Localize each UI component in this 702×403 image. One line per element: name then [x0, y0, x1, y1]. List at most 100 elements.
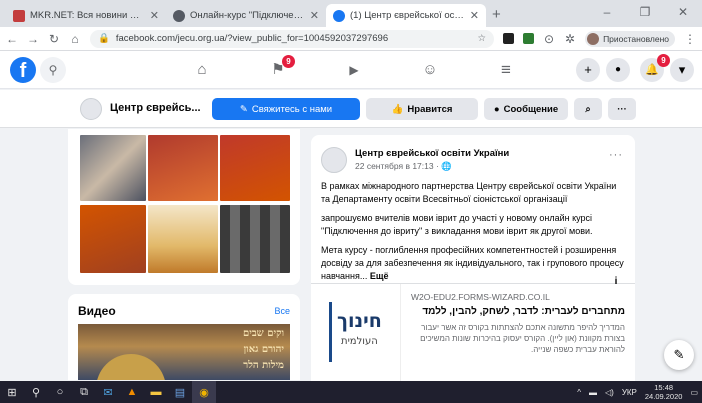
clock-date: 24.09.2020	[644, 392, 683, 401]
link-preview-image[interactable]: חינוך העולמית	[311, 284, 401, 382]
address-bar[interactable]: 🔒 facebook.com/jecu.org.ua/?view_public_…	[90, 29, 495, 48]
photos-card	[68, 129, 300, 285]
start-button[interactable]: ⊞	[0, 381, 24, 403]
extension-icon[interactable]	[503, 33, 515, 44]
network-icon[interactable]: ▬	[589, 388, 597, 397]
file-explorer-icon[interactable]: ▬	[144, 381, 168, 403]
see-all-videos-link[interactable]: Все	[274, 306, 290, 316]
link-preview[interactable]: חינוך העולמית i W2O-EDU2.FORMS-WIZARD.CO…	[311, 276, 635, 382]
lock-icon: 🔒	[98, 33, 110, 44]
link-image-text: חינוך	[337, 310, 382, 332]
system-tray: ^ ▬ ◁) УКР 15:48 24.09.2020 ▭	[577, 381, 698, 403]
browser-tab-mkr[interactable]: MKR.NET: Вся новини України за ... ✕	[6, 4, 166, 27]
tab-title: (1) Центр єврейської освіти Укр...	[350, 10, 465, 21]
home-nav-icon[interactable]: ⌂	[191, 59, 213, 81]
profile-button[interactable]: Приостановлено	[585, 30, 675, 47]
clock[interactable]: 15:48 24.09.2020	[645, 383, 683, 401]
cortana-icon[interactable]: ○	[48, 381, 72, 403]
close-tab-icon[interactable]: ✕	[150, 9, 159, 22]
keyboard-language[interactable]: УКР	[622, 388, 637, 397]
contact-us-label: Свяжитесь с нами	[251, 103, 333, 115]
video-thumb-text: וקים שבים	[242, 328, 284, 339]
bookmark-star-icon[interactable]: ☆	[478, 33, 487, 44]
contact-us-button[interactable]: ✎ Свяжитесь с нами	[212, 98, 360, 120]
avatar	[587, 32, 600, 45]
see-more-link[interactable]: Ещё	[370, 271, 389, 281]
tab-favicon	[173, 9, 185, 22]
link-title[interactable]: מתחברים לעברית: לדבר, לשחק, להבין, ללמד	[411, 306, 625, 317]
link-image-text: העולמית	[341, 336, 378, 347]
photo-thumbnail[interactable]	[220, 135, 290, 201]
watch-nav-icon[interactable]: ▶	[343, 59, 365, 81]
notification-badge: 9	[282, 55, 295, 68]
photo-thumbnail[interactable]	[148, 135, 218, 201]
video-thumb-text: יהורם גאון	[243, 344, 284, 355]
post-author-name[interactable]: Центр єврейської освіти України	[355, 148, 509, 159]
close-tab-icon[interactable]: ✕	[310, 9, 319, 22]
search-icon[interactable]: ⚲	[24, 381, 48, 403]
minimize-button[interactable]: –	[588, 0, 626, 27]
logo-bar	[329, 302, 332, 362]
photo-thumbnail[interactable]	[80, 205, 146, 273]
page-search-button[interactable]: ⌕	[574, 98, 602, 120]
browser-tab-facebook[interactable]: (1) Центр єврейської освіти Укр... ✕	[326, 4, 486, 27]
back-arrow-icon[interactable]: ←	[6, 32, 18, 46]
task-view-icon[interactable]: ⧉	[72, 381, 96, 403]
create-plus-icon[interactable]: +	[576, 58, 600, 82]
bell-icon: 🔔	[645, 64, 659, 76]
maximize-button[interactable]: ❐	[626, 0, 664, 27]
groups-nav-icon[interactable]: ☺	[419, 59, 441, 81]
page-name[interactable]: Центр єврейсь...	[110, 102, 201, 114]
home-icon[interactable]: ⌂	[69, 32, 81, 46]
browser-menu-icon[interactable]: ⋮	[684, 32, 696, 46]
post-timestamp[interactable]: 22 сентября в 17:13 · 🌐	[355, 161, 452, 172]
browser-tab-course[interactable]: Онлайн-курс "Підключення до ... ✕	[166, 4, 326, 27]
post-body: В рамках міжнародного партнерства Центру…	[321, 180, 627, 289]
photo-thumbnail[interactable]	[148, 205, 218, 273]
info-icon[interactable]: i	[609, 276, 623, 290]
facebook-favicon-icon	[333, 9, 345, 22]
new-tab-button[interactable]: +	[492, 6, 501, 23]
store-icon[interactable]: ▤	[168, 381, 192, 403]
menu-nav-icon[interactable]: ≡	[495, 59, 517, 81]
page-more-button[interactable]: ···	[608, 98, 636, 120]
close-tab-icon[interactable]: ✕	[470, 9, 479, 22]
translate-icon[interactable]: ⊙	[543, 32, 555, 46]
volume-icon[interactable]: ◁)	[605, 388, 614, 397]
like-page-button[interactable]: 👍 Нравится	[366, 98, 478, 120]
photo-thumbnail[interactable]	[80, 135, 146, 201]
chrome-icon[interactable]: ◉	[192, 381, 216, 403]
vlc-icon[interactable]: ▲	[120, 381, 144, 403]
facebook-logo-icon[interactable]: f	[10, 57, 36, 83]
post-paragraph-text: Мета курсу - поглиблення професійних ком…	[321, 245, 624, 281]
messenger-icon[interactable]: ●	[606, 58, 630, 82]
pencil-icon: ✎	[239, 103, 248, 115]
chevron-up-icon[interactable]: ^	[577, 388, 581, 397]
notification-center-icon[interactable]: ▭	[690, 388, 698, 397]
window-controls: – ❐ ✕	[588, 0, 702, 27]
forward-arrow-icon[interactable]: →	[27, 32, 39, 46]
pages-nav-icon[interactable]: ⚑ 9	[267, 55, 295, 81]
photo-thumbnail[interactable]	[220, 205, 290, 273]
tab-title: Онлайн-курс "Підключення до ...	[190, 10, 305, 21]
page-avatar[interactable]	[80, 98, 102, 120]
account-dropdown-icon[interactable]: ▾	[670, 58, 694, 82]
notifications-bell-icon[interactable]: 🔔 9	[640, 54, 670, 82]
mail-icon[interactable]: ✉	[96, 381, 120, 403]
post-options-icon[interactable]: ···	[609, 149, 623, 161]
facebook-header: f ⚲ ⌂ ⚑ 9 ▶ ☺ ≡ + ● 🔔 9 ▾	[0, 51, 702, 89]
like-label: Нравится	[407, 103, 453, 115]
post-author-avatar[interactable]	[321, 147, 347, 173]
videos-heading: Видео	[78, 304, 116, 318]
search-icon[interactable]: ⚲	[40, 57, 66, 83]
extensions-puzzle-icon[interactable]: ✲	[564, 32, 576, 46]
message-button[interactable]: ● Сообщение	[484, 98, 568, 120]
video-thumb-text: מילות הלר	[243, 360, 284, 371]
reload-icon[interactable]: ↻	[48, 32, 60, 46]
dome-decoration	[96, 354, 166, 380]
new-message-button[interactable]: ✎	[664, 340, 694, 370]
extension-icon[interactable]	[523, 33, 535, 44]
video-thumbnail[interactable]: וקים שבים יהורם גאון מילות הלר	[78, 324, 290, 380]
link-domain: W2O-EDU2.FORMS-WIZARD.CO.IL	[411, 292, 550, 302]
close-window-button[interactable]: ✕	[664, 0, 702, 27]
